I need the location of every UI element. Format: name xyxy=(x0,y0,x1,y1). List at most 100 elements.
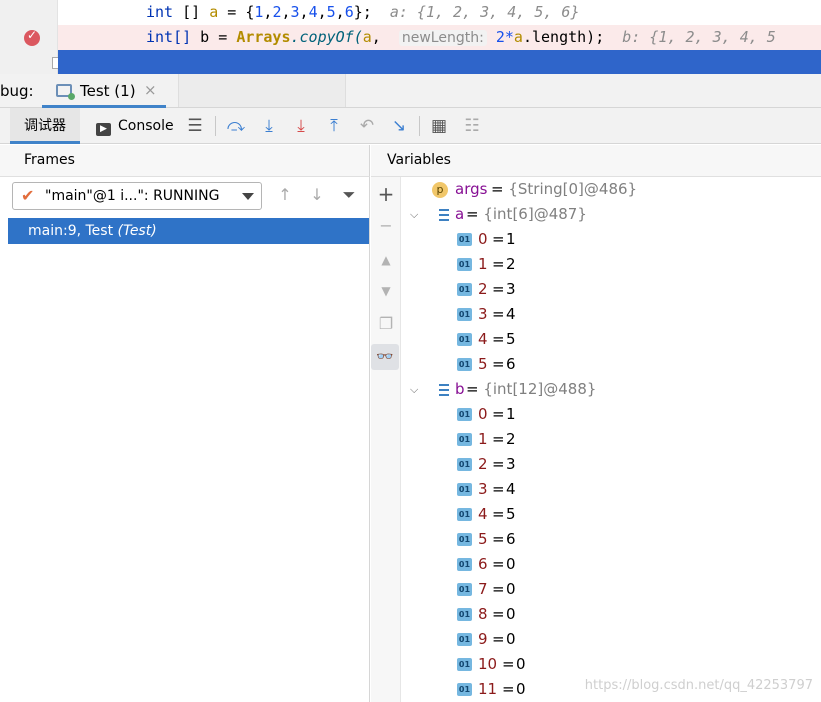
copy-icon[interactable]: ❐ xyxy=(371,311,401,337)
array-element[interactable]: 01 9 = 0 xyxy=(402,627,821,652)
element-index: 1 xyxy=(478,430,488,448)
element-index: 7 xyxy=(478,580,488,598)
int-value-icon: 01 xyxy=(457,233,472,246)
element-index: 10 xyxy=(478,655,498,673)
filter-icon[interactable]: ⏷ xyxy=(338,185,360,207)
code-editor[interactable]: int [] a = {1,2,3,4,5,6}; a: {1, 2, 3, 4… xyxy=(0,0,821,74)
code-var-name: a xyxy=(209,3,219,21)
variable-args[interactable]: p args = {String[0]@486} xyxy=(402,177,821,202)
int-value-icon: 01 xyxy=(457,658,472,671)
int-value-icon: 01 xyxy=(457,458,472,471)
element-index: 11 xyxy=(478,680,498,698)
tab-test-1[interactable]: Test (1) × xyxy=(42,74,166,108)
parameter-hint: newLength: xyxy=(398,30,487,46)
array-element[interactable]: 01 4 = 5 xyxy=(402,327,821,352)
array-element[interactable]: 01 7 = 0 xyxy=(402,577,821,602)
element-index: 1 xyxy=(478,255,488,273)
code-arg: a xyxy=(362,28,372,46)
frame-item-main[interactable]: main:9, Test (Test) xyxy=(8,218,369,244)
var-ref: {int[12]@488} xyxy=(483,380,597,398)
array-element[interactable]: 01 5 = 6 xyxy=(402,352,821,377)
element-value: 0 xyxy=(506,555,516,573)
tab-console[interactable]: ▶ Console xyxy=(96,108,174,144)
arrow-up-icon[interactable]: ↑ xyxy=(274,185,296,207)
array-element[interactable]: 01 3 = 4 xyxy=(402,302,821,327)
tab-debugger[interactable]: 调试器 xyxy=(10,108,80,144)
frame-label: main:9, Test xyxy=(28,223,118,239)
array-icon xyxy=(432,382,450,398)
move-up-icon[interactable]: ▲ xyxy=(371,247,401,273)
array-element[interactable]: 01 6 = 0 xyxy=(402,552,821,577)
element-eq: = xyxy=(492,405,505,423)
array-element[interactable]: 01 10 = 0 xyxy=(402,652,821,677)
element-index: 2 xyxy=(478,280,488,298)
debug-tab-bar: bug: Test (1) × xyxy=(0,74,821,108)
glasses-icon[interactable]: 👓 xyxy=(371,344,399,370)
element-value: 1 xyxy=(506,230,516,248)
breakpoint-icon[interactable] xyxy=(24,28,40,46)
tab-title: Test (1) xyxy=(80,82,136,100)
variable-b[interactable]: ⌵ b = {int[12]@488} xyxy=(402,377,821,402)
element-eq: = xyxy=(492,505,505,523)
element-eq: = xyxy=(492,630,505,648)
step-into-icon[interactable]: ⤓ xyxy=(258,115,280,137)
step-out-icon[interactable]: ⤒ xyxy=(323,115,345,137)
array-element[interactable]: 01 2 = 3 xyxy=(402,452,821,477)
move-down-icon[interactable]: ▼ xyxy=(371,278,401,304)
console-label: Console xyxy=(118,118,174,134)
element-eq: = xyxy=(492,480,505,498)
array-element[interactable]: 01 3 = 4 xyxy=(402,477,821,502)
code-class: Arrays xyxy=(236,28,291,46)
step-over-icon[interactable]: ⤼ xyxy=(225,115,247,137)
code-number: 2 xyxy=(272,3,282,21)
arrow-down-icon[interactable]: ↓ xyxy=(306,185,328,207)
element-index: 3 xyxy=(478,305,488,323)
evaluate-icon[interactable]: ▦ xyxy=(428,115,450,137)
parameter-icon: p xyxy=(432,182,448,198)
menu-icon[interactable]: ☰ xyxy=(184,115,206,137)
element-eq: = xyxy=(492,555,505,573)
remove-icon[interactable]: − xyxy=(371,213,401,239)
array-element[interactable]: 01 0 = 1 xyxy=(402,402,821,427)
element-value: 0 xyxy=(506,630,516,648)
array-element[interactable]: 01 4 = 5 xyxy=(402,502,821,527)
array-element[interactable]: 01 1 = 2 xyxy=(402,252,821,277)
add-icon[interactable]: + xyxy=(371,181,401,207)
var-ref: {int[6]@487} xyxy=(483,205,587,223)
code-type: int xyxy=(146,3,174,21)
element-value: 0 xyxy=(506,605,516,623)
thread-selector[interactable]: ✔ "main"@1 i...": RUNNING xyxy=(12,182,262,210)
element-value: 2 xyxy=(506,430,516,448)
element-eq: = xyxy=(492,255,505,273)
code-number: 3 xyxy=(290,3,300,21)
inline-value-hint: a: {1, 2, 3, 4, 5, 6} xyxy=(389,3,580,21)
debug-window-label: bug: xyxy=(0,82,34,100)
array-element[interactable]: 01 1 = 2 xyxy=(402,427,821,452)
editor-gutter[interactable] xyxy=(0,0,62,74)
int-value-icon: 01 xyxy=(457,558,472,571)
run-config-icon xyxy=(56,84,75,100)
array-element[interactable]: 01 2 = 3 xyxy=(402,277,821,302)
chevron-down-icon xyxy=(242,193,254,200)
variable-a[interactable]: ⌵ a = {int[6]@487} xyxy=(402,202,821,227)
close-icon[interactable]: × xyxy=(144,81,157,99)
array-element[interactable]: 01 5 = 6 xyxy=(402,527,821,552)
element-value: 6 xyxy=(506,355,516,373)
element-eq: = xyxy=(492,430,505,448)
element-eq: = xyxy=(492,455,505,473)
chevron-down-icon[interactable]: ⌵ xyxy=(410,377,418,402)
element-value: 5 xyxy=(506,330,516,348)
array-element[interactable]: 01 0 = 1 xyxy=(402,227,821,252)
element-index: 6 xyxy=(478,555,488,573)
chevron-down-icon[interactable]: ⌵ xyxy=(410,202,418,227)
code-tail: .length); xyxy=(522,28,605,46)
run-to-cursor-icon[interactable]: ↘ xyxy=(388,115,410,137)
force-step-into-icon[interactable]: ⤓ xyxy=(290,115,312,137)
drop-frame-icon[interactable]: ↶ xyxy=(356,115,378,137)
var-value: = {String[0]@486} xyxy=(491,177,637,202)
array-element[interactable]: 01 8 = 0 xyxy=(402,602,821,627)
thread-running-icon: ✔ xyxy=(21,186,35,205)
variables-title: Variables xyxy=(387,152,451,168)
int-value-icon: 01 xyxy=(457,683,472,696)
trace-icon[interactable]: ☷ xyxy=(461,115,483,137)
